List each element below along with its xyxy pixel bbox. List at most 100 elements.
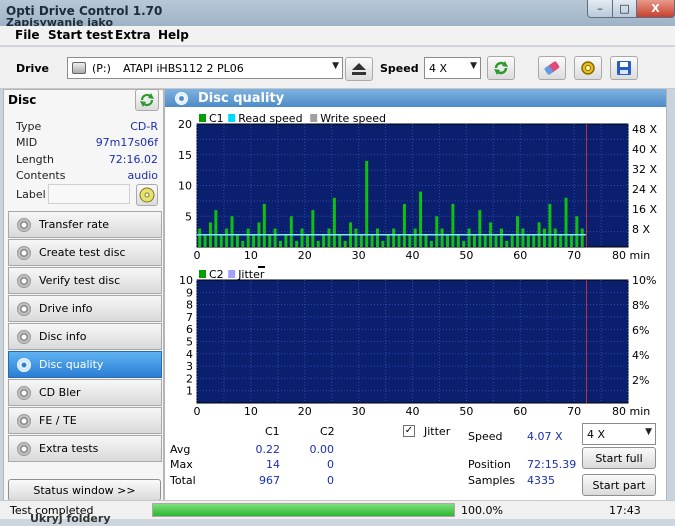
disc-refresh-button[interactable]	[135, 89, 159, 111]
x-tick-label: 80 min	[612, 405, 650, 418]
legend-label: Jitter	[237, 268, 265, 281]
legend-swatch	[199, 270, 206, 278]
c1-bar	[295, 240, 299, 247]
y-tick-label: 15	[178, 149, 192, 162]
c1-bar	[446, 234, 450, 247]
test-speed-select[interactable]: 4 X ▼	[582, 423, 656, 445]
nav-item[interactable]: CD Bler	[8, 379, 162, 406]
start-full-button[interactable]: Start full	[582, 447, 656, 469]
disc-label-input[interactable]	[48, 184, 130, 204]
jitter-checkbox[interactable]: ✓	[403, 425, 415, 437]
menu-help[interactable]: Help	[158, 28, 189, 42]
c1-bar	[381, 240, 385, 247]
eject-button[interactable]	[345, 57, 373, 81]
c1-bar	[526, 234, 530, 247]
disc-icon	[17, 385, 31, 400]
c1-bar	[499, 228, 503, 247]
c1-bar	[359, 234, 363, 247]
speed-select[interactable]: 4 X ▼	[424, 57, 481, 79]
erase-button[interactable]	[538, 56, 566, 80]
y2-tick-label: 8%	[632, 299, 649, 312]
y-tick-label: 4	[186, 348, 193, 361]
nav-item[interactable]: Create test disc	[8, 239, 162, 266]
nav-item-label: Drive info	[39, 302, 93, 315]
nav-item[interactable]: Transfer rate	[8, 211, 162, 238]
disc-quality-charts: 0 10 20 30 40 50 60 70 80 min201510548 X40 X32 X…	[178, 112, 657, 418]
y-tick-label: 8	[186, 299, 193, 312]
disc-label-button[interactable]	[136, 184, 158, 206]
check-icon: ✓	[404, 425, 414, 436]
c1-bar	[375, 228, 379, 247]
nav-item-label: Extra tests	[39, 442, 99, 455]
stats-total-c1: 967	[259, 474, 280, 487]
nav-item-label: Disc quality	[39, 358, 104, 371]
c1-bar	[564, 197, 568, 247]
status-window-button[interactable]: Status window >>	[8, 479, 161, 501]
start-part-button[interactable]: Start part	[582, 474, 656, 496]
menu-start-test[interactable]: Start test	[48, 28, 113, 42]
stats-avg-c1: 0.22	[255, 443, 281, 456]
c1-bar	[532, 234, 536, 247]
nav-item[interactable]: Disc info	[8, 323, 162, 350]
c1-bar	[392, 228, 396, 247]
progress-bar	[152, 503, 455, 517]
y2-tick-label: 48 X	[632, 123, 657, 136]
settings-button[interactable]	[574, 56, 602, 80]
c1-bar	[370, 234, 374, 247]
stats-total-c2: 0	[327, 474, 334, 487]
refresh-button[interactable]	[487, 56, 515, 80]
disc-contents-value: audio	[127, 169, 158, 182]
stats-avg-c2: 0.00	[309, 443, 335, 456]
x-tick-label: 0	[194, 249, 201, 262]
speed-stat-label: Speed	[468, 430, 503, 443]
nav-item[interactable]: FE / TE	[8, 407, 162, 434]
nav-item[interactable]: Extra tests	[8, 435, 162, 462]
y2-tick-label: 2%	[632, 374, 649, 387]
window-title: Opti Drive Control 1.70	[6, 4, 163, 18]
eject-icon	[352, 63, 366, 75]
eraser-icon	[544, 61, 560, 75]
c1-bar	[338, 234, 342, 247]
y-tick-label: 5	[185, 210, 192, 223]
c1-bar	[203, 234, 207, 247]
panel-header: Disc quality	[165, 89, 666, 107]
legend-swatch	[228, 270, 236, 278]
disc-type-value: CD-R	[130, 120, 158, 133]
c1-bar	[424, 234, 428, 247]
stats-col-c1: C1	[265, 425, 280, 438]
c1-bar	[279, 240, 283, 247]
disc-icon	[17, 273, 31, 288]
menu-extra[interactable]: Extra	[115, 28, 151, 42]
refresh-icon	[494, 61, 508, 75]
legend-label: C2	[209, 268, 224, 281]
disc-mid-label: MID	[16, 136, 38, 149]
c1-bar	[521, 228, 525, 247]
c1-bar	[311, 210, 315, 247]
nav-item[interactable]: Verify test disc	[8, 267, 162, 294]
drive-name: ATAPI iHBS112 2 PL06	[122, 61, 244, 75]
c1-bar	[456, 234, 460, 247]
c1-bar	[569, 234, 573, 247]
disc-type-label: Type	[16, 120, 42, 133]
x-tick-label: 30	[352, 405, 366, 418]
drive-letter: (P:)	[92, 61, 111, 75]
drive-select[interactable]: (P:) ATAPI iHBS112 2 PL06 ▼	[67, 57, 343, 79]
maximize-button[interactable]: □	[612, 0, 637, 18]
drive-icon	[72, 62, 86, 74]
save-button[interactable]	[610, 56, 638, 80]
y2-tick-label: 6%	[632, 324, 649, 337]
nav-item[interactable]: Drive info	[8, 295, 162, 322]
stats-max-c2: 0	[327, 458, 334, 471]
menu-file[interactable]: File	[15, 28, 40, 42]
c1-bar	[343, 240, 347, 247]
refresh-icon	[140, 93, 154, 107]
y2-tick-label: 40 X	[632, 143, 657, 156]
nav-item[interactable]: Disc quality	[8, 351, 162, 378]
minimize-button[interactable]: –	[587, 0, 613, 18]
y2-tick-label: 16 X	[632, 203, 657, 216]
c1-bar	[451, 203, 455, 247]
chevron-down-icon: ▼	[645, 427, 652, 437]
c1-bar	[505, 240, 509, 247]
close-button[interactable]: X	[636, 0, 675, 18]
stats-total-label: Total	[170, 474, 196, 487]
